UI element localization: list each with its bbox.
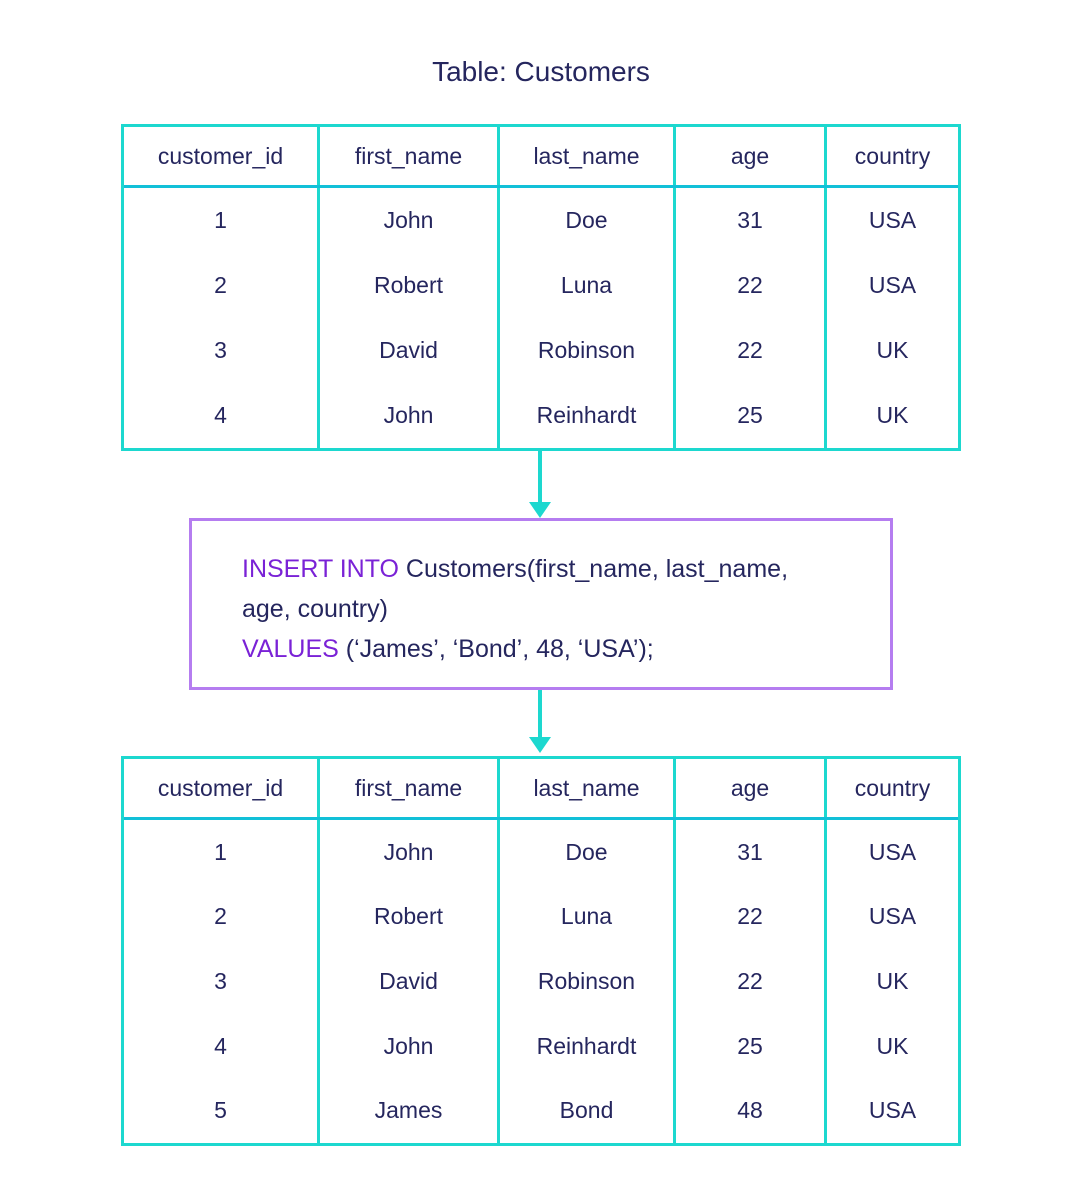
sql-line-3: VALUES (‘James’, ‘Bond’, 48, ‘USA’); [242,629,840,669]
table-cell-age: 22 [673,318,826,383]
column-header: country [824,127,958,188]
table-cell-last-name: Reinhardt [497,383,675,448]
table-cell-age: 22 [673,949,826,1014]
table-row: 5 James Bond 48 USA [124,1078,958,1143]
table-cell-age: 31 [673,186,826,254]
column-header: age [673,759,826,820]
table-cell-first-name: Robert [317,253,499,319]
column-header: customer_id [124,759,319,820]
table-cell-first-name: James [317,1078,499,1143]
table-cell-age: 25 [673,383,826,448]
arrow-connector [538,451,542,505]
table-cell-country: UK [824,318,958,383]
table-cell-customer-id: 1 [214,838,227,865]
table-cell-customer-id: 5 [214,1097,227,1124]
column-header: age [673,127,826,188]
table-row: 4 John Reinhardt 25 UK [124,383,958,448]
table-row: 1 John Doe 31 USA [124,186,958,254]
table-cell-customer-id: 1 [214,207,227,234]
table-cell-last-name: Luna [497,253,675,319]
table-cell-country: USA [824,818,958,885]
sql-line-1: INSERT INTO Customers(first_name, last_n… [242,549,840,589]
table-cell-first-name: David [317,949,499,1014]
table-cell-customer-id: 2 [214,272,227,299]
table-cell-country: USA [824,253,958,319]
table-cell-last-name: Doe [497,186,675,254]
arrow-connector [538,690,542,738]
table-row: 3 David Robinson 22 UK [124,949,958,1014]
column-header: last_name [497,759,675,820]
table-cell-last-name: Luna [497,884,675,950]
table-cell-customer-id: 4 [214,402,227,428]
table-cell-last-name: Doe [497,818,675,885]
sql-keyword-insert-into: INSERT INTO [242,555,399,583]
table-cell-last-name: Robinson [497,318,675,383]
table-cell-customer-id: 4 [214,1032,227,1059]
sql-text: (‘James’, ‘Bond’, 48, ‘USA’); [338,635,654,663]
table-cell-age: 22 [673,884,826,950]
table-cell-last-name: Reinhardt [497,1013,675,1079]
table-cell-country: USA [824,186,958,254]
column-header: first_name [317,127,499,188]
table-cell-country: UK [824,1013,958,1079]
column-header: first_name [317,759,499,820]
arrow-down-icon [529,502,551,518]
table-cell-customer-id: 3 [214,967,227,994]
arrow-down-icon [529,737,551,753]
table-cell-country: USA [824,1078,958,1143]
table-cell-country: UK [824,949,958,1014]
table-cell-first-name: John [317,1013,499,1079]
table-header-row: customer_id first_name last_name age cou… [124,127,958,188]
diagram-title: Table: Customers [432,56,650,87]
table-cell-first-name: David [317,318,499,383]
customers-table-before: customer_id first_name last_name age cou… [121,124,961,451]
column-header: customer_id [124,127,319,188]
table-cell-country: USA [824,884,958,950]
table-cell-customer-id: 3 [214,337,227,363]
table-cell-last-name: Robinson [497,949,675,1014]
sql-statement-box: INSERT INTO Customers(first_name, last_n… [189,518,893,690]
table-row: 4 John Reinhardt 25 UK [124,1013,958,1079]
table-cell-age: 31 [673,818,826,885]
table-header-row: customer_id first_name last_name age cou… [124,759,958,820]
table-row: 2 Robert Luna 22 USA [124,253,958,319]
table-row: 2 Robert Luna 22 USA [124,884,958,950]
table-cell-first-name: John [317,186,499,254]
table-cell-customer-id: 2 [214,903,227,930]
column-header: last_name [497,127,675,188]
customers-table-after: customer_id first_name last_name age cou… [121,756,961,1146]
table-row: 3 David Robinson 22 UK [124,318,958,383]
column-header: country [824,759,958,820]
table-cell-first-name: John [317,818,499,885]
table-cell-last-name: Bond [497,1078,675,1143]
table-cell-country: UK [824,383,958,448]
sql-keyword-values: VALUES [242,635,339,663]
table-cell-age: 48 [673,1078,826,1143]
sql-text: Customers(first_name, last_name, [398,555,789,583]
table-cell-first-name: Robert [317,884,499,950]
table-row: 1 John Doe 31 USA [124,818,958,885]
table-cell-age: 25 [673,1013,826,1079]
table-cell-first-name: John [317,383,499,448]
sql-line-2: age, country) [242,595,388,623]
table-cell-age: 22 [673,253,826,319]
